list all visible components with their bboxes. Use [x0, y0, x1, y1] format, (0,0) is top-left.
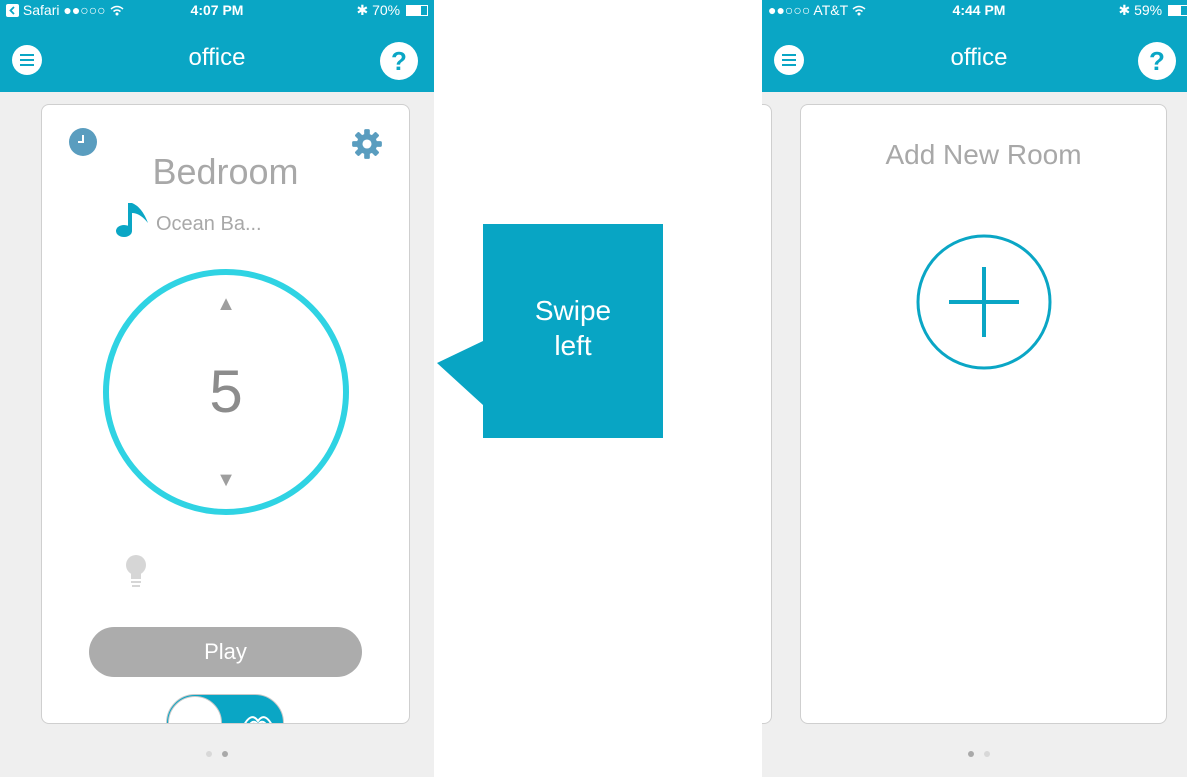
add-room-label: Add New Room	[885, 139, 1082, 170]
page-indicator	[0, 744, 434, 762]
nav-bar: office ?	[762, 20, 1187, 92]
carrier-label: AT&T	[813, 2, 848, 18]
bluetooth-icon: ✱	[1118, 2, 1131, 18]
lightbulb-icon[interactable]	[123, 553, 149, 589]
nav-bar: office ?	[0, 20, 434, 92]
battery-percent: 70%	[372, 2, 401, 18]
callout-line-1: Swipe	[534, 295, 612, 326]
track-name[interactable]: Ocean Ba...	[156, 213, 262, 236]
callout-pointer	[437, 341, 483, 405]
room-name: Bedroom	[152, 151, 299, 192]
music-note-icon[interactable]	[112, 197, 156, 241]
right-phone-screen: ●●○○○ AT&T 4:44 PM ✱ 59% office ? Add Ne…	[762, 0, 1187, 777]
status-bar: Safari ●●○○○ 4:07 PM ✱ 70%	[0, 0, 434, 20]
page-indicator	[762, 744, 1187, 762]
wifi-icon	[110, 5, 124, 16]
plus-icon[interactable]	[915, 233, 1053, 371]
status-bar: ●●○○○ AT&T 4:44 PM ✱ 59%	[762, 0, 1187, 20]
page-dot	[206, 751, 212, 757]
carrier-label: Safari	[22, 2, 60, 18]
increase-arrow[interactable]: ▲	[109, 293, 343, 316]
page-title: office	[188, 44, 246, 71]
room-card[interactable]: Bedroom Ocean Ba... ▲ 5 ▼ Play	[41, 104, 410, 724]
mode-toggle[interactable]	[166, 694, 284, 723]
signal-dots: ●●○○○	[768, 2, 811, 18]
bluetooth-icon: ✱	[356, 2, 369, 18]
back-arrow-icon[interactable]	[6, 4, 19, 17]
callout-line-2: left	[554, 330, 592, 361]
signal-dots: ●●○○○	[63, 2, 106, 18]
left-phone-screen: Safari ●●○○○ 4:07 PM ✱ 70% office ? Bedr…	[0, 0, 434, 777]
battery-icon	[406, 5, 428, 16]
page-dot-active	[222, 751, 228, 757]
page-dot-active	[968, 751, 974, 757]
wave-icon	[244, 716, 272, 723]
help-icon[interactable]: ?	[380, 42, 418, 80]
wifi-icon	[852, 5, 866, 16]
page-title: office	[950, 44, 1008, 71]
play-button[interactable]: Play	[89, 627, 362, 677]
add-room-card[interactable]: Add New Room	[800, 104, 1167, 724]
level-value: 5	[209, 358, 243, 425]
toggle-knob	[168, 696, 222, 723]
page-dot	[984, 751, 990, 757]
volume-dial[interactable]: ▲ 5 ▼	[103, 269, 349, 515]
battery-icon	[1168, 5, 1187, 16]
battery-percent: 59%	[1134, 2, 1163, 18]
decrease-arrow[interactable]: ▼	[109, 469, 343, 492]
swipe-left-callout: Swipe left	[483, 224, 663, 438]
help-icon[interactable]: ?	[1138, 42, 1176, 80]
previous-room-card-edge[interactable]	[762, 104, 772, 724]
